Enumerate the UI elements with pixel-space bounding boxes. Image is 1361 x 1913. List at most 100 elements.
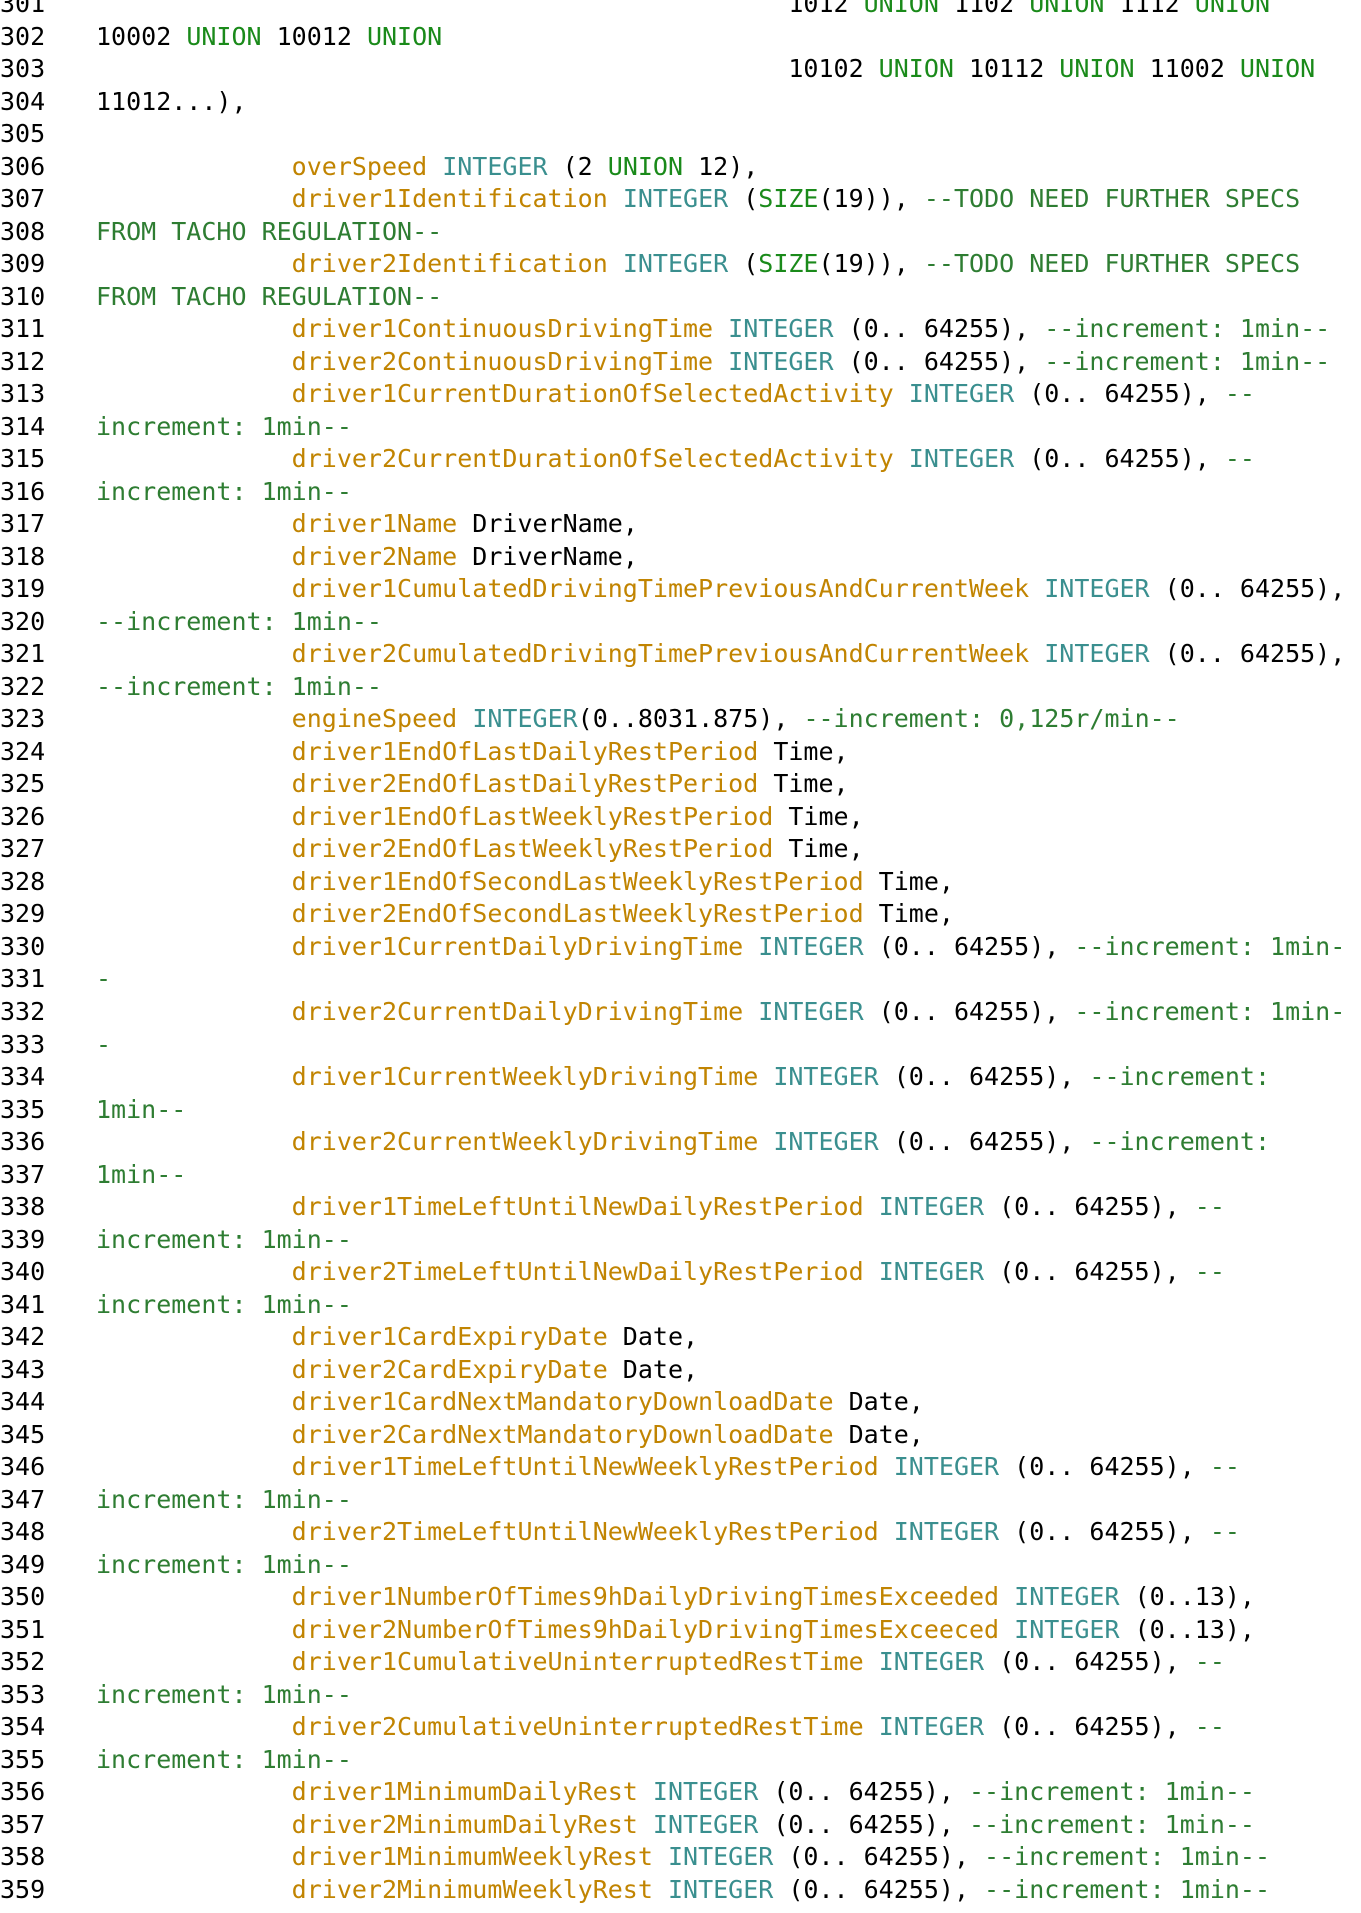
line-number: 352 xyxy=(0,1647,46,1677)
code-text: (0.. 64255), xyxy=(878,1062,1090,1092)
type-keyword: INTEGER xyxy=(622,184,729,214)
code-line: 351 driver2NumberOfTimes9hDailyDrivingTi… xyxy=(0,1614,1361,1647)
line-number: 314 xyxy=(0,411,46,441)
code-content: driver2CumulatedDrivingTimePreviousAndCu… xyxy=(96,638,1346,671)
code-line: 313 driver1CurrentDurationOfSelectedActi… xyxy=(0,378,1361,411)
code-content: driver1TimeLeftUntilNewWeeklyRestPeriod … xyxy=(96,1451,1240,1484)
line-number: 342 xyxy=(0,1322,46,1352)
line-number: 303 xyxy=(0,54,46,84)
code-line: 311 driver1ContinuousDrivingTime INTEGER… xyxy=(0,313,1361,346)
code-line: 334 driver1CurrentWeeklyDrivingTime INTE… xyxy=(0,1061,1361,1094)
type-keyword: INTEGER xyxy=(652,1809,759,1839)
code-line: 320 --increment: 1min-- xyxy=(0,606,1361,639)
code-content: --increment: 1min-- xyxy=(96,606,382,639)
type-keyword: INTEGER xyxy=(1014,1614,1120,1644)
code-text: (0.. 64255), xyxy=(833,346,1045,376)
line-number: 309 xyxy=(0,249,46,279)
code-line: 348 driver2TimeLeftUntilNewWeeklyRestPer… xyxy=(0,1516,1361,1549)
code-text: (0.. 64255), xyxy=(984,1257,1195,1287)
line-number: 306 xyxy=(0,151,46,181)
comment: --TODO NEED FURTHER SPECS xyxy=(923,249,1301,279)
code-content: FROM TACHO REGULATION-- xyxy=(96,216,442,249)
code-text: DriverName, xyxy=(457,541,638,571)
identifier: driver2Name xyxy=(291,541,458,571)
line-number: 351 xyxy=(0,1614,46,1644)
code-line: 337 1min-- xyxy=(0,1159,1361,1192)
type-keyword: INTEGER xyxy=(773,1062,879,1092)
code-content: 10002 UNION 10012 UNION xyxy=(96,21,442,54)
type-keyword: INTEGER xyxy=(758,996,864,1026)
line-number: 357 xyxy=(0,1809,46,1839)
code-line: 306 overSpeed INTEGER (2 UNION 12), xyxy=(0,151,1361,184)
comment: -- xyxy=(1194,1712,1225,1742)
code-line: 302 10002 UNION 10012 UNION xyxy=(0,21,1361,54)
code-text: (0..13), xyxy=(1119,1614,1255,1644)
code-content: increment: 1min-- xyxy=(96,1679,352,1712)
keyword: UNION xyxy=(1059,54,1135,84)
code-line: 315 driver2CurrentDurationOfSelectedActi… xyxy=(0,443,1361,476)
identifier: driver1EndOfSecondLastWeeklyRestPeriod xyxy=(291,866,864,896)
code-line: 325 driver2EndOfLastDailyRestPeriod Time… xyxy=(0,768,1361,801)
code-line: 340 driver2TimeLeftUntilNewDailyRestPeri… xyxy=(0,1256,1361,1289)
code-content: driver2CurrentWeeklyDrivingTime INTEGER … xyxy=(96,1126,1270,1159)
identifier: driver1Identification xyxy=(291,184,608,214)
comment: increment: 1min-- xyxy=(96,1224,352,1254)
line-number: 349 xyxy=(0,1549,46,1579)
code-line: 358 driver1MinimumWeeklyRest INTEGER (0.… xyxy=(0,1841,1361,1874)
line-number: 332 xyxy=(0,996,46,1026)
comment: --increment: 1min-- xyxy=(984,1842,1271,1872)
line-number: 354 xyxy=(0,1712,46,1742)
code-line: 353 increment: 1min-- xyxy=(0,1679,1361,1712)
code-text: (19)), xyxy=(818,249,924,279)
comment: increment: 1min-- xyxy=(96,1289,352,1319)
identifier: driver2ContinuousDrivingTime xyxy=(291,346,714,376)
code-content: - xyxy=(96,1029,111,1062)
line-number: 335 xyxy=(0,1094,46,1124)
code-content: driver2Name DriverName, xyxy=(96,541,638,574)
code-text: ( xyxy=(728,184,759,214)
code-text: (0..13), xyxy=(1119,1582,1255,1612)
code-line: 307 driver1Identification INTEGER (SIZE(… xyxy=(0,183,1361,216)
line-number: 346 xyxy=(0,1452,46,1482)
identifier: driver2CurrentDailyDrivingTime xyxy=(291,996,744,1026)
line-number: 343 xyxy=(0,1354,46,1384)
identifier: driver2NumberOfTimes9hDailyDrivingTimesE… xyxy=(291,1614,1000,1644)
line-number: 333 xyxy=(0,1029,46,1059)
type-keyword: INTEGER xyxy=(908,444,1015,474)
code-content: driver1EndOfLastDailyRestPeriod Time, xyxy=(96,736,849,769)
line-number: 318 xyxy=(0,541,46,571)
comment: increment: 1min-- xyxy=(96,1679,352,1709)
code-content: increment: 1min-- xyxy=(96,1744,352,1777)
line-number: 319 xyxy=(0,574,46,604)
code-line: 355 increment: 1min-- xyxy=(0,1744,1361,1777)
type-keyword: INTEGER xyxy=(622,249,729,279)
code-text: 1112 xyxy=(1104,0,1195,18)
line-number: 307 xyxy=(0,184,46,214)
code-line: 316 increment: 1min-- xyxy=(0,476,1361,509)
code-content: increment: 1min-- xyxy=(96,1289,352,1322)
line-number: 315 xyxy=(0,444,46,474)
line-number: 308 xyxy=(0,216,46,246)
code-line: 338 driver1TimeLeftUntilNewDailyRestPeri… xyxy=(0,1191,1361,1224)
